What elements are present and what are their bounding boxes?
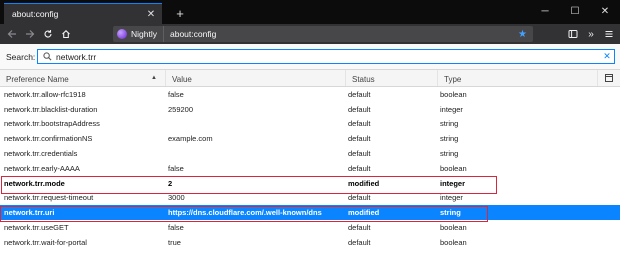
pref-type-cell: integer xyxy=(440,193,463,203)
pref-type-cell: string xyxy=(440,208,461,218)
url-bar[interactable]: Nightly about:config ★ xyxy=(113,26,533,42)
pref-type-cell: string xyxy=(440,119,459,129)
pref-status-cell: default xyxy=(348,104,371,114)
pref-type-cell: boolean xyxy=(440,163,467,173)
clear-search-icon[interactable]: ✕ xyxy=(600,51,614,62)
column-header-type[interactable]: Type xyxy=(438,70,598,86)
column-header-value[interactable]: Value xyxy=(166,70,346,86)
column-header-preference-name[interactable]: Preference Name ▲ xyxy=(0,70,166,86)
hamburger-menu-icon[interactable] xyxy=(601,26,617,42)
table-row[interactable]: network.trr.confirmationNS example.com def… xyxy=(0,131,620,146)
pref-name-cell: network.trr.confirmationNS xyxy=(4,134,93,144)
pref-name-cell: network.trr.mode xyxy=(4,178,65,188)
pref-value-cell: false xyxy=(168,89,184,99)
pref-name-cell: network.trr.allow-rfc1918 xyxy=(4,89,86,99)
pref-status-cell: default xyxy=(348,119,371,129)
search-label: Search: xyxy=(6,52,36,62)
pref-name-cell: network.trr.uri xyxy=(4,208,55,218)
close-window-icon[interactable]: ✕ xyxy=(590,2,620,20)
table-row[interactable]: network.trr.request-timeout 3000 default in… xyxy=(0,191,620,206)
nightly-logo-icon xyxy=(117,29,127,39)
pref-type-cell: integer xyxy=(440,178,466,188)
sidebar-icon[interactable] xyxy=(565,26,581,42)
pref-status-cell: default xyxy=(348,149,371,159)
url-text[interactable]: about:config xyxy=(164,29,518,39)
home-icon[interactable] xyxy=(58,26,74,42)
pref-value-cell: 2 xyxy=(168,178,173,188)
pref-name-cell: network.trr.blacklist-duration xyxy=(4,104,98,114)
table-row[interactable]: network.trr.blacklist-duration 259200 defa… xyxy=(0,102,620,117)
table-row[interactable]: network.trr.uri https://dns.cloudflare.co… xyxy=(0,205,620,221)
pref-type-cell: string xyxy=(440,134,459,144)
column-picker-icon[interactable] xyxy=(598,70,620,86)
pref-type-cell: boolean xyxy=(440,89,467,99)
identity-label: Nightly xyxy=(131,29,157,39)
search-box[interactable]: ✕ xyxy=(37,49,615,64)
search-row: Search: ✕ xyxy=(0,44,620,70)
reload-icon[interactable] xyxy=(40,26,56,42)
table-row[interactable]: network.trr.credentials default string xyxy=(0,146,620,161)
pref-status-cell: default xyxy=(348,223,371,233)
column-label: Preference Name xyxy=(6,75,69,84)
sort-ascending-icon: ▲ xyxy=(151,75,157,81)
minimize-icon[interactable]: ─ xyxy=(530,2,560,20)
maximize-icon[interactable]: ☐ xyxy=(560,2,590,20)
pref-name-cell: network.trr.request-timeout xyxy=(4,193,94,203)
pref-name-cell: network.trr.wait-for-portal xyxy=(4,237,87,247)
navigation-toolbar: Nightly about:config ★ » xyxy=(0,24,620,44)
pref-status-cell: default xyxy=(348,134,371,144)
pref-value-cell: 3000 xyxy=(168,193,185,203)
pref-value-cell: false xyxy=(168,223,184,233)
pref-status-cell: default xyxy=(348,237,371,247)
table-row[interactable]: network.trr.wait-for-portal true default bo… xyxy=(0,235,620,250)
pref-type-cell: boolean xyxy=(440,237,467,247)
new-tab-icon[interactable]: + xyxy=(172,5,188,21)
table-row[interactable]: network.trr.bootstrapAddress default strin… xyxy=(0,117,620,132)
pref-value-cell: https://dns.cloudflare.com/.well-known/d… xyxy=(168,208,322,218)
table-header: Preference Name ▲ Value Status Type xyxy=(0,70,620,87)
pref-type-cell: integer xyxy=(440,104,463,114)
pref-name-cell: network.trr.useGET xyxy=(4,223,69,233)
preferences-table: Preference Name ▲ Value Status Type netw… xyxy=(0,70,620,250)
back-icon[interactable] xyxy=(4,26,20,42)
pref-name-cell: network.trr.early-AAAA xyxy=(4,163,80,173)
identity-box[interactable]: Nightly xyxy=(113,26,164,42)
table-row[interactable]: network.trr.mode 2 modified integer xyxy=(0,176,620,191)
pref-status-cell: default xyxy=(348,193,371,203)
bookmark-star-icon[interactable]: ★ xyxy=(518,29,527,40)
pref-value-cell: example.com xyxy=(168,134,213,144)
pref-status-cell: modified xyxy=(348,178,380,188)
table-row[interactable]: network.trr.allow-rfc1918 false default boo… xyxy=(0,87,620,102)
pref-status-cell: modified xyxy=(348,208,380,218)
pref-value-cell: true xyxy=(168,237,181,247)
search-input[interactable] xyxy=(53,51,600,62)
table-row[interactable]: network.trr.early-AAAA false default boolea… xyxy=(0,161,620,176)
pref-type-cell: boolean xyxy=(440,223,467,233)
table-body: network.trr.allow-rfc1918 false default boo… xyxy=(0,87,620,250)
pref-type-cell: string xyxy=(440,149,459,159)
pref-status-cell: default xyxy=(348,163,371,173)
column-header-status[interactable]: Status xyxy=(346,70,438,86)
pref-value-cell: 259200 xyxy=(168,104,194,114)
overflow-chevron-icon[interactable]: » xyxy=(583,26,599,42)
title-bar: about:config ✕ + ─ ☐ ✕ xyxy=(0,0,620,24)
close-tab-icon[interactable]: ✕ xyxy=(144,7,158,21)
tab-about-config[interactable]: about:config ✕ xyxy=(4,3,162,24)
forward-icon[interactable] xyxy=(22,26,38,42)
pref-name-cell: network.trr.bootstrapAddress xyxy=(4,119,100,129)
table-row[interactable]: network.trr.useGET false default boolean xyxy=(0,220,620,235)
search-icon xyxy=(41,52,53,61)
pref-status-cell: default xyxy=(348,89,371,99)
tab-title: about:config xyxy=(12,9,59,19)
pref-value-cell: false xyxy=(168,163,184,173)
pref-name-cell: network.trr.credentials xyxy=(4,149,78,159)
